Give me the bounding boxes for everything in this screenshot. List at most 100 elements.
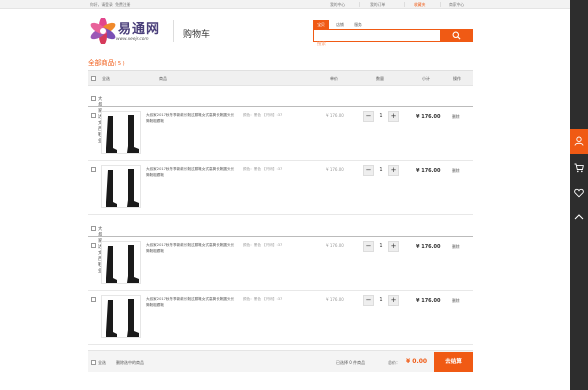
product-spec: 颜色：黑色 【尺码】:37 (243, 297, 283, 301)
quantity-value[interactable]: 1 (374, 241, 388, 252)
delete-link[interactable]: 删除 (452, 168, 460, 174)
quantity-stepper: − 1 + (363, 241, 399, 252)
item-subtotal: ¥ 176.00 (416, 168, 441, 174)
footer-select-all[interactable]: 全选 (98, 360, 106, 366)
item-checkbox[interactable] (91, 167, 96, 172)
header-unit-price: 单价 (330, 76, 338, 81)
shop-checkbox[interactable] (91, 226, 96, 231)
increment-button[interactable]: + (388, 241, 399, 252)
divider (359, 2, 360, 7)
item-subtotal: ¥ 176.00 (416, 114, 441, 120)
divider (404, 2, 405, 7)
item-checkbox[interactable] (91, 243, 96, 248)
header-select-all: 全选 (102, 76, 110, 81)
boot-image (106, 245, 139, 283)
header-quantity: 数量 (376, 76, 384, 81)
top-bar: 你好，请登录 免费注册 我的中心 我的订单 收藏夹 商家中心 (0, 0, 570, 9)
product-description[interactable]: 大叔家2017秋冬季新款长靴过膝靴女式高筒长靴圆头长筒靴粗跟靴 (146, 243, 236, 254)
search-tab-service[interactable]: 服务 (350, 20, 366, 29)
login-link[interactable]: 你好，请登录 (90, 2, 113, 7)
quantity-value[interactable]: 1 (374, 295, 388, 306)
my-orders-link[interactable]: 我的订单 (370, 2, 385, 8)
shop-divider (88, 106, 473, 107)
delete-link[interactable]: 删除 (452, 298, 460, 304)
logo-flower-icon (90, 18, 116, 44)
total-label: 总价： (388, 360, 400, 365)
search-input[interactable] (314, 39, 440, 50)
item-checkbox[interactable] (91, 113, 96, 118)
unit-price: ¥ 176.00 (326, 297, 344, 302)
cart-count: ( 5 ) (114, 61, 125, 67)
search-box (313, 29, 441, 50)
product-spec: 颜色：黑色 【尺码】:37 (243, 167, 283, 171)
decrement-button[interactable]: − (363, 241, 374, 252)
search-icon (452, 31, 461, 40)
sidebar-cart[interactable] (570, 156, 588, 181)
decrement-button[interactable]: − (363, 111, 374, 122)
quantity-stepper: − 1 + (363, 295, 399, 306)
quantity-value[interactable]: 1 (374, 111, 388, 122)
register-link[interactable]: 免费注册 (115, 2, 130, 7)
decrement-button[interactable]: − (363, 295, 374, 306)
quantity-value[interactable]: 1 (374, 165, 388, 176)
cart-item: 大叔家2017秋冬季新款长靴过膝靴女式高筒长靴圆头长筒靴粗跟靴 颜色：黑色 【尺… (88, 292, 473, 345)
back-to-top-icon (574, 214, 584, 220)
boot-image (106, 115, 139, 153)
login-links: 你好，请登录 免费注册 (90, 2, 130, 8)
my-center-link[interactable]: 我的中心 (330, 2, 345, 8)
search-tab-shop[interactable]: 店铺 (332, 20, 348, 29)
footer-select-all-checkbox[interactable] (91, 360, 96, 365)
cart-title-label: 全部商品 (88, 59, 115, 67)
sidebar-back-to-top[interactable] (570, 205, 588, 230)
selected-count: 已选择 0 件商品 (336, 360, 366, 365)
quantity-stepper: − 1 + (363, 165, 399, 176)
decrement-button[interactable]: − (363, 165, 374, 176)
page-title: 购物车 (183, 30, 211, 40)
sidebar-user[interactable] (570, 129, 588, 154)
search-button[interactable] (441, 29, 473, 42)
site-logo[interactable]: 易通网 www.xeejr.com (90, 17, 170, 47)
item-checkbox[interactable] (91, 297, 96, 302)
logo-divider (173, 20, 174, 42)
cart-footer: 全选 删除选中的商品 已选择 0 件商品 总价： ¥ 0.00 去结算 (88, 350, 473, 372)
select-all-checkbox[interactable] (91, 76, 96, 81)
sidebar-favorites[interactable] (570, 181, 588, 206)
divider (440, 2, 441, 7)
delete-link[interactable]: 删除 (452, 114, 460, 120)
heart-icon (574, 188, 584, 198)
unit-price: ¥ 176.00 (326, 243, 344, 248)
user-icon (574, 136, 584, 146)
right-sidebar (570, 0, 588, 390)
product-spec: 颜色：黑色 【尺码】:37 (243, 113, 283, 117)
header-subtotal: 小计 (422, 76, 430, 81)
product-description[interactable]: 大叔家2017秋冬季新款长靴过膝靴女式高筒长靴圆头长筒靴粗跟靴 (146, 167, 236, 178)
quantity-stepper: − 1 + (363, 111, 399, 122)
logo-title: 易通网 (118, 22, 161, 37)
total-price: ¥ 0.00 (406, 358, 428, 365)
increment-button[interactable]: + (388, 111, 399, 122)
product-description[interactable]: 大叔家2017秋冬季新款长靴过膝靴女式高筒长靴圆头长筒靴粗跟靴 (146, 297, 236, 308)
cart-header-row: 全选 商品 单价 数量 小计 操作 (88, 70, 473, 86)
header-action: 操作 (453, 76, 461, 81)
delete-selected-link[interactable]: 删除选中的商品 (116, 360, 144, 366)
product-description[interactable]: 大叔家2017秋冬季新款长靴过膝靴女式高筒长靴圆头长筒靴粗跟靴 (146, 113, 236, 124)
product-image[interactable] (101, 165, 141, 208)
cart-item: 大叔家2017秋冬季新款长靴过膝靴女式高筒长靴圆头长筒靴粗跟靴 颜色：黑色 【尺… (88, 162, 473, 215)
item-subtotal: ¥ 176.00 (416, 298, 441, 304)
product-image[interactable] (101, 295, 141, 338)
cart-item: 大叔家2017秋冬季新款长靴过膝靴女式高筒长靴圆头长筒靴粗跟靴 颜色：黑色 【尺… (88, 108, 473, 161)
product-image[interactable] (101, 241, 141, 284)
product-image[interactable] (101, 111, 141, 154)
search-tab-goods[interactable]: 宝贝 (313, 20, 329, 29)
checkout-button[interactable]: 去结算 (434, 352, 473, 372)
cart-item: 大叔家2017秋冬季新款长靴过膝靴女式高筒长靴圆头长筒靴粗跟靴 颜色：黑色 【尺… (88, 238, 473, 291)
favorites-link[interactable]: 收藏夹 (414, 2, 425, 8)
increment-button[interactable]: + (388, 165, 399, 176)
increment-button[interactable]: + (388, 295, 399, 306)
header-goods: 商品 (159, 76, 167, 81)
merchant-center-link[interactable]: 商家中心 (449, 2, 464, 8)
delete-link[interactable]: 删除 (452, 244, 460, 250)
shop-divider (88, 236, 473, 237)
shop-checkbox[interactable] (91, 96, 96, 101)
product-spec: 颜色：黑色 【尺码】:37 (243, 243, 283, 247)
